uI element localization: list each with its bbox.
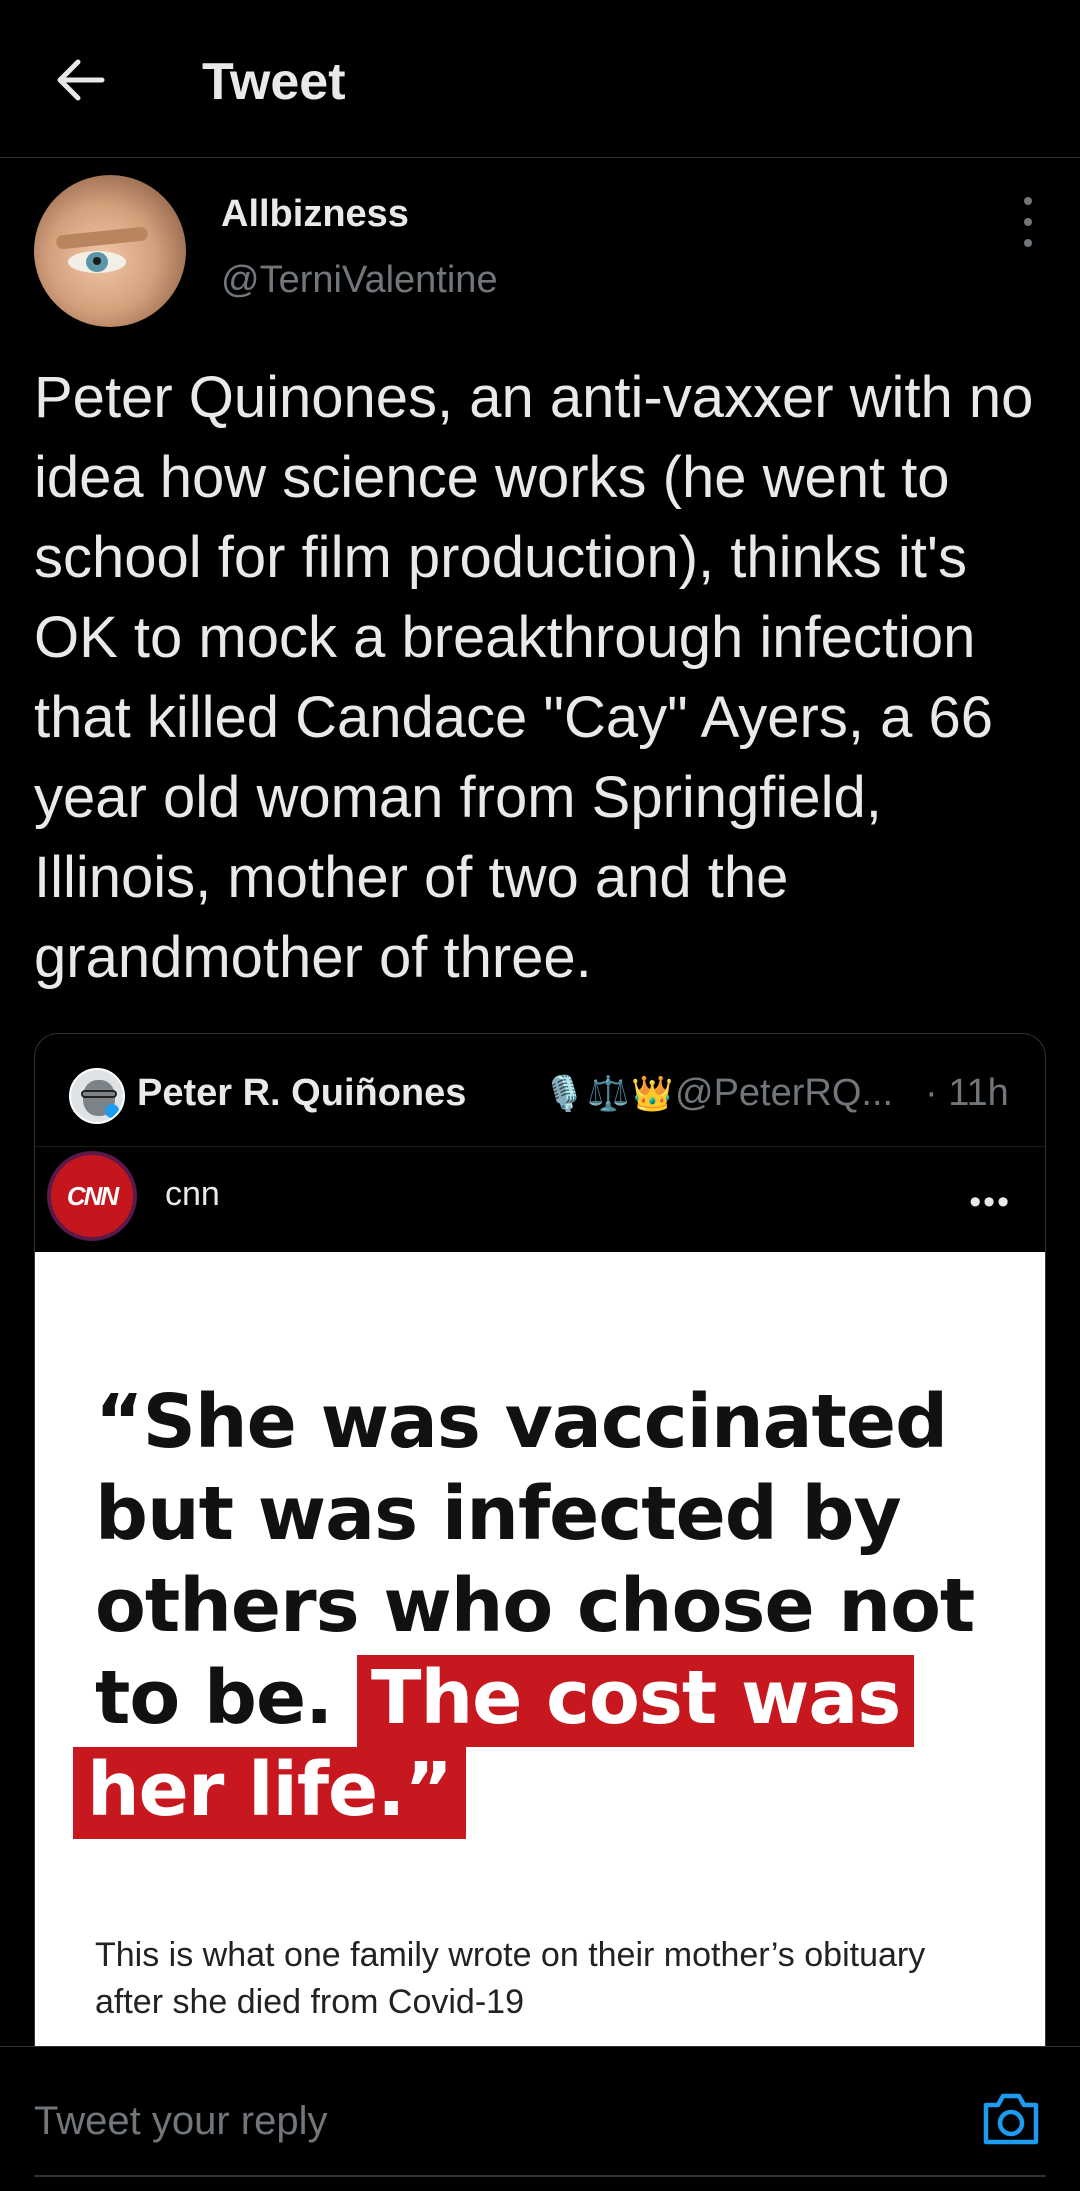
highlighted-text: her life.” [73, 1747, 466, 1839]
quoted-author-name: Peter R. Quiñones [137, 1072, 467, 1114]
camera-icon[interactable] [980, 2091, 1042, 2147]
reply-bar [0, 2046, 1080, 2191]
embedded-account-name: cnn [165, 1175, 220, 1213]
quoted-tweet[interactable]: Peter R. Quiñones 🎙️ ⚖️ 👑 @PeterRQ... · … [34, 1033, 1046, 2191]
cnn-logo: CNN [51, 1155, 133, 1237]
quoted-author-avatar[interactable] [69, 1068, 125, 1124]
embedded-post-header: CNN cnn ••• [35, 1146, 1045, 1253]
more-vertical-icon[interactable] [1010, 197, 1046, 247]
arrow-left-icon [57, 59, 105, 101]
page-title: Tweet [202, 53, 346, 111]
top-bar: Tweet [0, 0, 1080, 158]
tweet-author: Allbizness @TerniValentine [34, 175, 1046, 327]
crown-icon: 👑 [631, 1075, 674, 1113]
quoted-author-handle: @PeterRQ... [675, 1072, 894, 1114]
microphone-icon: 🎙️ [543, 1075, 586, 1113]
author-display-name[interactable]: Allbizness [221, 193, 409, 236]
quote-line: but was infected by [95, 1471, 902, 1557]
image-caption: This is what one family wrote on their m… [95, 1936, 926, 2021]
embedded-more-icon: ••• [969, 1183, 1011, 1221]
quote-line: “She was vaccinated [95, 1379, 948, 1465]
author-handle[interactable]: @TerniValentine [221, 259, 498, 302]
scales-icon: ⚖️ [587, 1075, 630, 1113]
author-avatar[interactable] [34, 175, 186, 327]
back-button[interactable] [44, 48, 116, 112]
quote-line-text: to be. [95, 1655, 333, 1741]
reply-underline [34, 2175, 1046, 2177]
quoted-timestamp: · 11h [925, 1072, 1009, 1114]
quote-line: others who chose not [95, 1563, 975, 1649]
highlighted-text: The cost was [357, 1655, 915, 1747]
quote-line: her life.” [73, 1747, 466, 1839]
reply-input[interactable] [34, 2091, 934, 2151]
tweet-text: Peter Quinones, an anti-vaxxer with no i… [34, 365, 1034, 990]
quoted-tweet-header: Peter R. Quiñones 🎙️ ⚖️ 👑 @PeterRQ... · … [35, 1034, 1045, 1146]
quote-line: to be. The cost was [95, 1655, 915, 1747]
